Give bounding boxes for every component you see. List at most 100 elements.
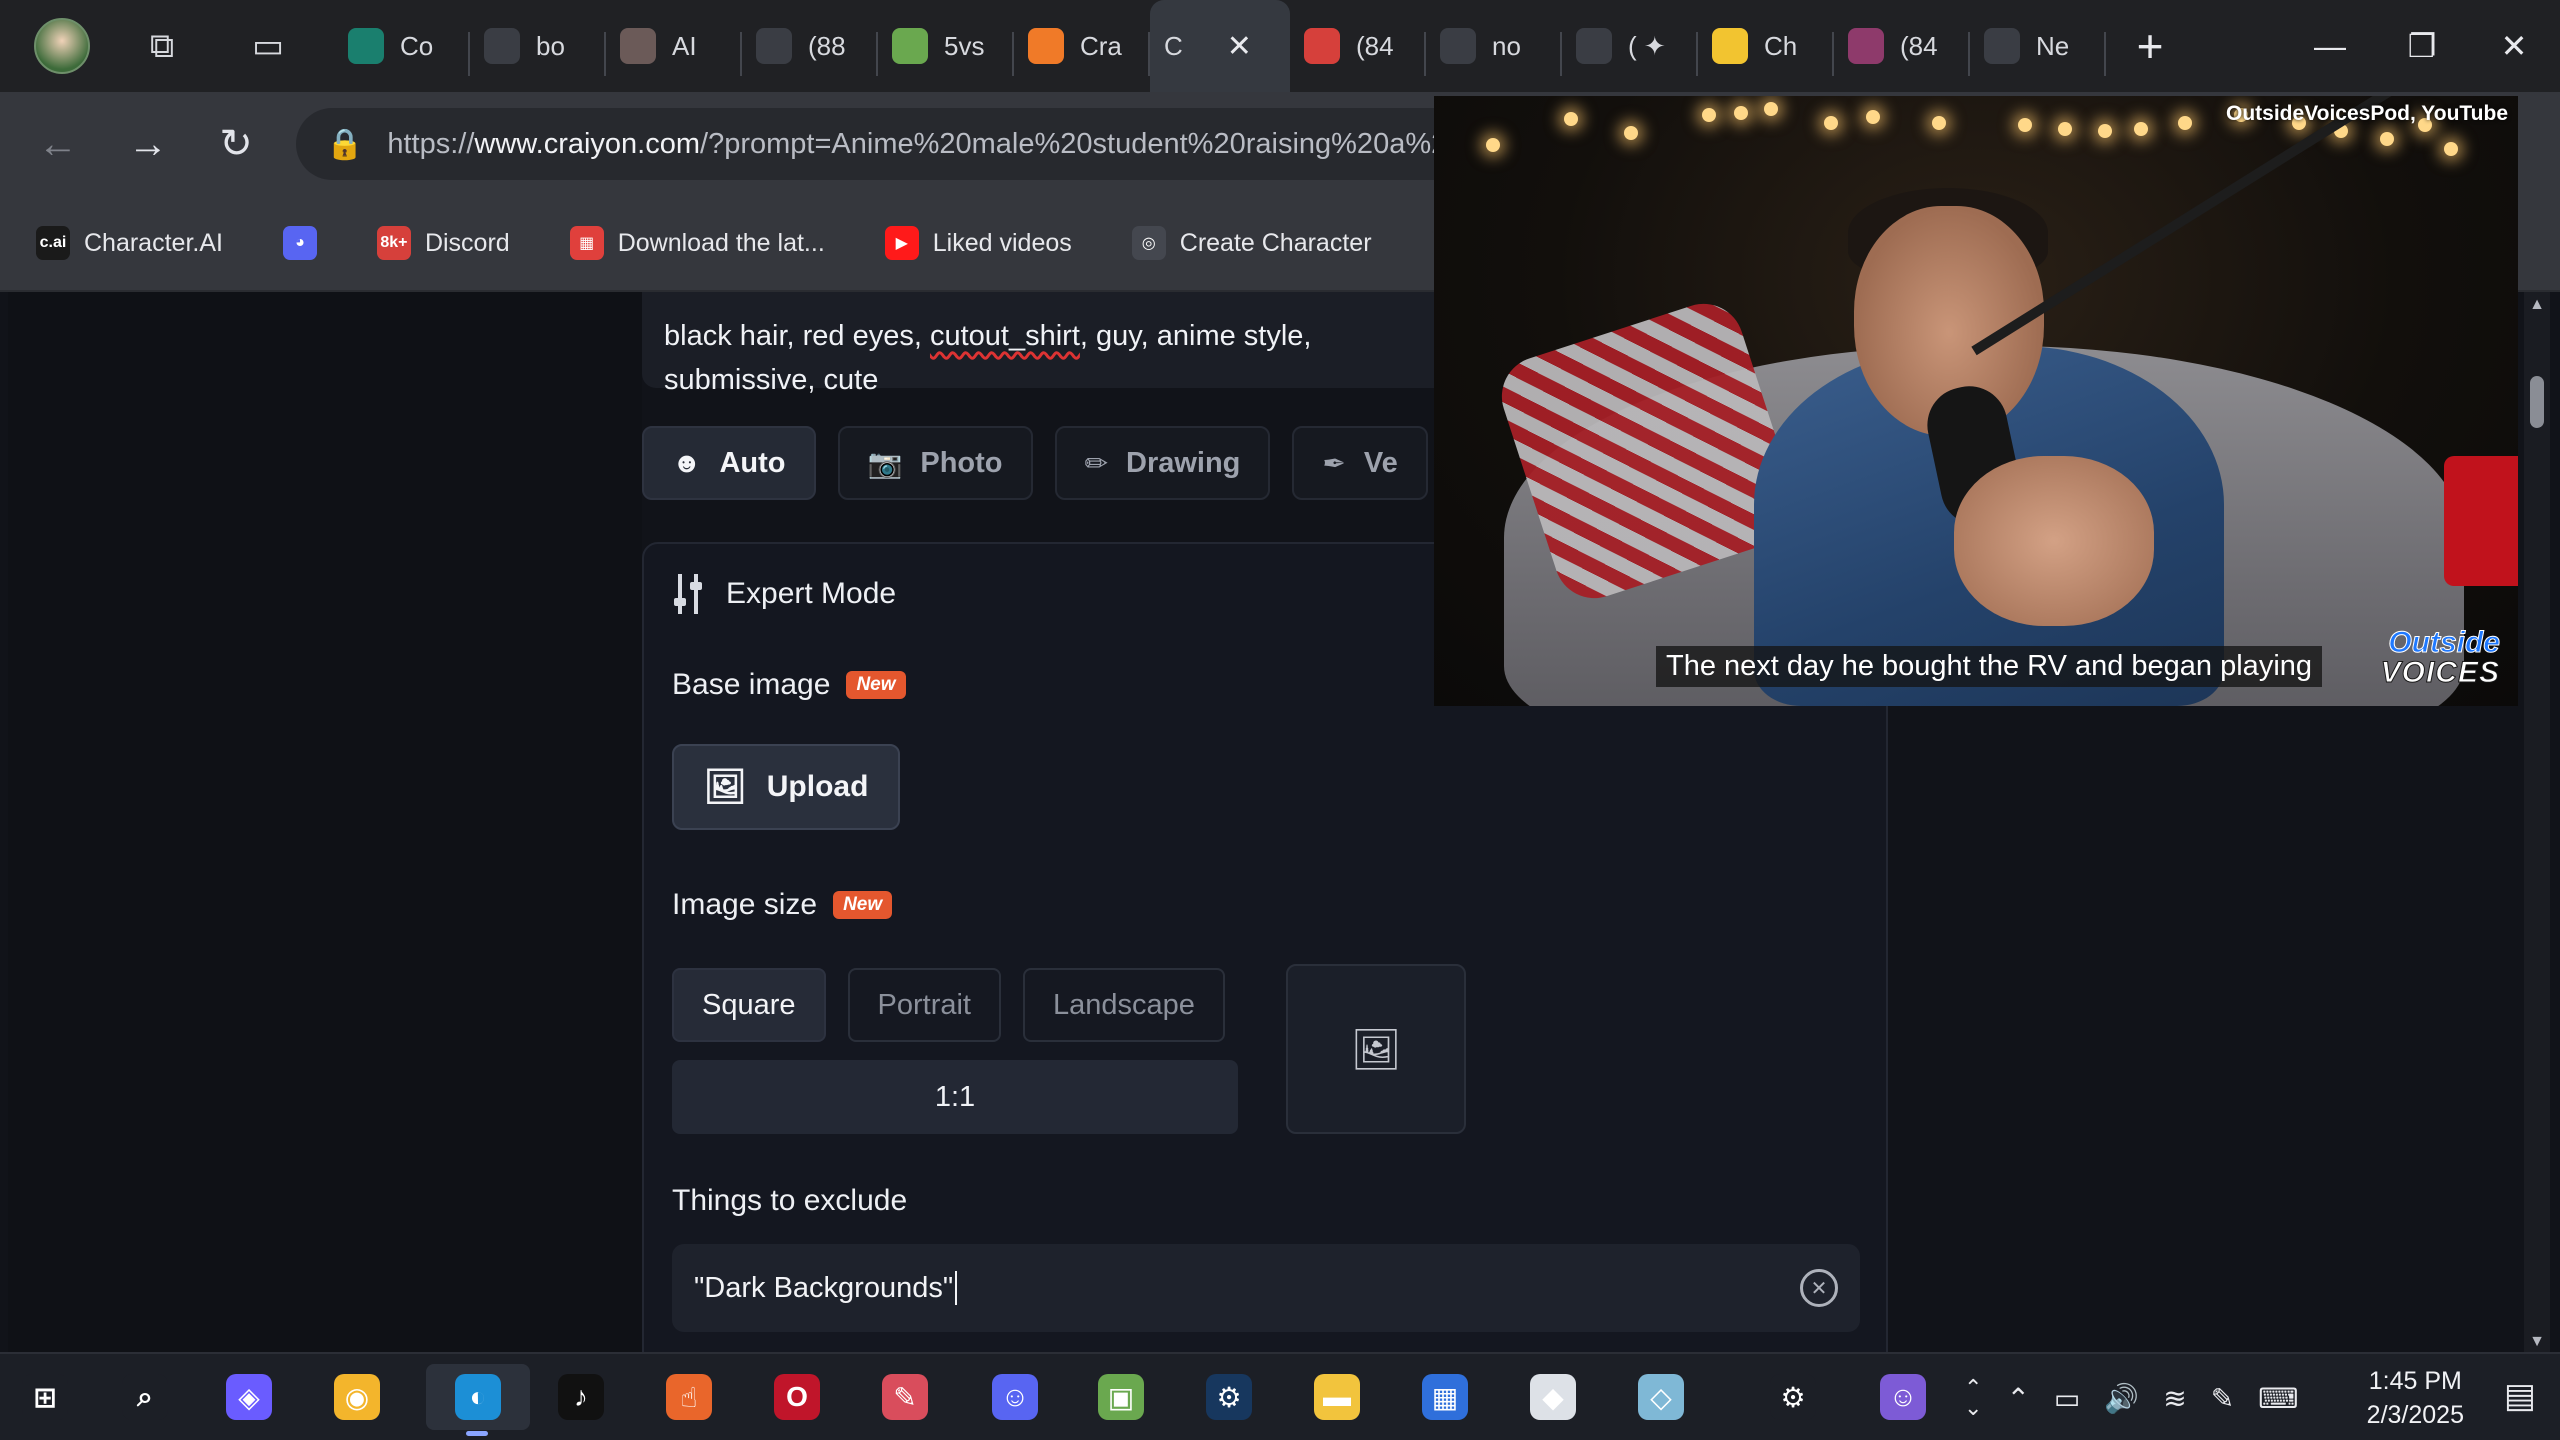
tab-11[interactable]: (84 — [1834, 8, 1970, 84]
vertical-tabs-icon[interactable]: ▭ — [230, 0, 306, 92]
tab-label: (88 — [808, 30, 846, 61]
discord-icon[interactable]: ☺ — [982, 1364, 1048, 1430]
bookmark-2[interactable]: 8k+ Discord — [376, 226, 510, 260]
new-tab-button[interactable]: + — [2112, 0, 2188, 92]
wifi-icon[interactable]: ≋ — [2163, 1382, 2186, 1415]
tab-12[interactable]: Ne — [1970, 8, 2106, 84]
picture-in-picture-video[interactable]: OutsideVoicesPod, YouTube The next day h… — [1434, 96, 2518, 706]
scroll-up-icon[interactable]: ▲ — [2526, 296, 2548, 314]
avatar-app-icon[interactable]: ☺ — [1870, 1364, 1936, 1430]
size-preview-box: 🖼 — [1286, 964, 1466, 1134]
bookmark-4[interactable]: ▶ Liked videos — [884, 226, 1072, 260]
battery-icon[interactable]: ▭ — [2054, 1382, 2080, 1415]
size-option-portrait[interactable]: Portrait — [847, 968, 1001, 1042]
show-hidden-icons-icon[interactable]: ⌃ — [2006, 1382, 2029, 1415]
image-size-options: Square Portrait Landscape — [672, 968, 1225, 1042]
tab-0[interactable]: Co — [334, 8, 470, 84]
roblox-icon — [1576, 28, 1612, 64]
tab-label: 5vs — [944, 30, 985, 61]
minimize-button[interactable]: — — [2284, 0, 2376, 92]
expert-mode-header[interactable]: Expert Mode — [674, 574, 896, 614]
edge-icon[interactable]: ◐ — [426, 1364, 530, 1436]
tab-label: ( ✦ — [1628, 30, 1666, 61]
pinwheel-icon — [892, 28, 928, 64]
mode-tab-1[interactable]: 📷 Photo — [837, 426, 1033, 500]
tray-chevron-up-icon[interactable]: ⌃ ⌄ — [1964, 1377, 1982, 1419]
taskbar: ⊞ ⌕ ◈ ◉ ◐ ♪ ☝ O ✎ ☺ ▣ ⚙ ▬ ▦ ◆ ◇ ⚙ ☺ ⌃ ⌄ ⌃ ▭ 🔊 ≋ ✎ ⌨ 1:45 P… — [0, 1352, 2560, 1440]
opera-icon[interactable]: O — [764, 1364, 830, 1430]
size-option-square[interactable]: Square — [672, 968, 826, 1042]
glass-icon[interactable]: ◇ — [1628, 1364, 1694, 1430]
tab-9[interactable]: ( ✦ — [1562, 8, 1698, 84]
minecraft-icon[interactable]: ▣ — [1088, 1364, 1154, 1430]
system-clock[interactable]: 1:45 PM 2/3/2025 — [2367, 1364, 2464, 1432]
tab-1[interactable]: bo — [470, 8, 606, 84]
profile-avatar[interactable] — [20, 0, 104, 92]
tab-2[interactable]: AI — [606, 8, 742, 84]
volume-icon[interactable]: 🔊 — [2104, 1382, 2139, 1415]
start-icon[interactable]: ⊞ — [12, 1364, 78, 1430]
bookmark-0[interactable]: c.ai Character.AI — [36, 226, 223, 260]
tiktok-icon[interactable]: ♪ — [548, 1364, 614, 1430]
mode-icon: ✒ — [1322, 447, 1346, 479]
aspect-ratio-selector[interactable]: 1:1 — [672, 1060, 1238, 1134]
roblox-icon[interactable]: ◆ — [1520, 1364, 1586, 1430]
mode-tab-3[interactable]: ✒ Ve — [1292, 426, 1428, 500]
tab-label: (84 — [1900, 30, 1938, 61]
bookmark-1[interactable]: ◕ — [282, 226, 317, 260]
mode-label: Auto — [719, 446, 786, 479]
chrome-canary-icon[interactable]: ◉ — [324, 1364, 390, 1430]
document-icon — [484, 28, 520, 64]
video-caption: The next day he bought the RV and began … — [1656, 646, 2323, 687]
bookmark-3[interactable]: ▦ Download the lat... — [569, 226, 825, 260]
back-button[interactable]: ← — [24, 110, 92, 178]
store-icon[interactable]: ▦ — [1412, 1364, 1478, 1430]
url-text: https://www.craiyon.com/?prompt=Anime%20… — [387, 127, 1464, 160]
upload-button[interactable]: 🖼 Upload — [672, 744, 900, 830]
exclude-input[interactable]: "Dark Backgrounds" ✕ — [672, 1244, 1860, 1332]
mode-icon: ☻ — [672, 447, 702, 478]
scroll-down-icon[interactable]: ▼ — [2526, 1333, 2548, 1351]
keyboard-icon[interactable]: ⌨ — [2258, 1382, 2298, 1415]
tab-10[interactable]: Ch — [1698, 8, 1834, 84]
app-hand-icon[interactable]: ☝ — [656, 1364, 722, 1430]
tab-3[interactable]: (88 — [742, 8, 878, 84]
restore-button[interactable]: ❐ — [2376, 0, 2468, 92]
workspaces-icon[interactable]: ⧉ — [126, 0, 198, 92]
tab-8[interactable]: no — [1426, 8, 1562, 84]
close-window-button[interactable]: ✕ — [2468, 0, 2560, 92]
mode-tab-2[interactable]: ✏ Drawing — [1054, 426, 1271, 500]
paint-icon[interactable]: ✎ — [872, 1364, 938, 1430]
settings-icon[interactable]: ⚙ — [1760, 1364, 1826, 1430]
tab-label: bo — [536, 30, 565, 61]
reload-button[interactable]: ↻ — [202, 110, 270, 178]
lock-icon[interactable]: 🔒 — [326, 127, 363, 162]
scroll-thumb[interactable] — [2530, 376, 2544, 428]
mode-tab-0[interactable]: ☻ Auto — [642, 426, 816, 500]
file-explorer-icon[interactable]: ▬ — [1304, 1364, 1370, 1430]
notifications-icon[interactable]: ▤ — [2504, 1376, 2536, 1416]
bookmark-label: Download the lat... — [617, 228, 825, 257]
tab-7[interactable]: (84 — [1290, 8, 1426, 84]
pen-icon[interactable]: ✎ — [2211, 1382, 2234, 1415]
left-sidebar — [8, 292, 642, 1355]
tab-label: Ne — [2036, 30, 2070, 61]
text-caret — [955, 1271, 958, 1305]
forward-button[interactable]: → — [114, 110, 182, 178]
avatar-icon — [620, 28, 656, 64]
tab-6[interactable]: C ✕ — [1150, 0, 1290, 92]
document-icon — [1440, 28, 1476, 64]
image-icon: 🖼 — [1350, 1027, 1402, 1072]
clock-time: 1:45 PM — [2368, 1367, 2462, 1395]
size-option-landscape[interactable]: Landscape — [1023, 968, 1225, 1042]
bookmark-label: Character.AI — [84, 228, 223, 257]
tab-4[interactable]: 5vs — [878, 8, 1014, 84]
page-scrollbar[interactable]: ▲ ▼ — [2524, 292, 2550, 1355]
steam-icon[interactable]: ⚙ — [1196, 1364, 1262, 1430]
clear-icon[interactable]: ✕ — [1800, 1269, 1838, 1307]
search-icon[interactable]: ⌕ — [112, 1364, 178, 1430]
bookmark-5[interactable]: ◎ Create Character — [1131, 226, 1372, 260]
close-tab-icon[interactable]: ✕ — [1227, 29, 1252, 64]
copilot-icon[interactable]: ◈ — [216, 1364, 282, 1430]
tab-5[interactable]: Cra — [1014, 8, 1150, 84]
